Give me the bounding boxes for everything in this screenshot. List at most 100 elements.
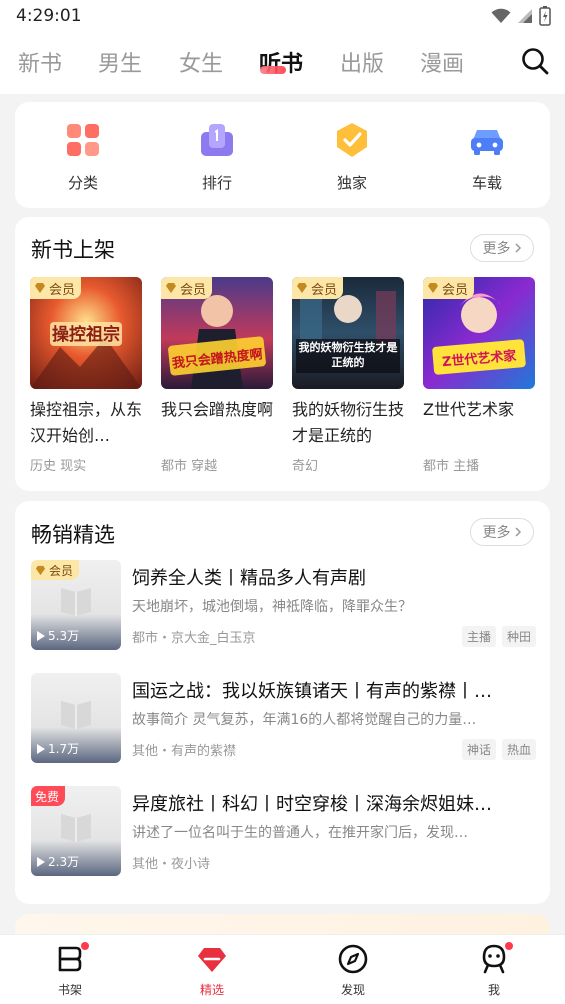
status-bar: 4:29:01 bbox=[0, 0, 565, 32]
nav-label: 精选 bbox=[199, 983, 224, 997]
quick-entry-label: 独家 bbox=[336, 174, 367, 192]
active-tab-indicator bbox=[260, 66, 286, 74]
tab-publishing[interactable]: 出版 bbox=[340, 46, 384, 78]
more-button[interactable]: 更多 bbox=[470, 234, 534, 262]
nav-label: 我 bbox=[487, 983, 500, 997]
book-cover: Z世代艺术家 会员 bbox=[423, 277, 535, 389]
quick-entry-exclusive[interactable]: 独家 bbox=[312, 122, 392, 193]
audiobook-title: 国运之战：我以妖族镇诸天丨有声的紫襟丨… bbox=[132, 681, 492, 702]
tab-comics[interactable]: 漫画 bbox=[420, 46, 464, 78]
audiobook-thumbnail: 免费 2.3万 bbox=[31, 786, 121, 876]
badge-label: 会员 bbox=[311, 282, 338, 298]
status-time: 4:29:01 bbox=[16, 6, 82, 26]
play-count-value: 2.3万 bbox=[48, 855, 80, 869]
book-title: Z世代艺术家 bbox=[423, 400, 514, 419]
top-tab-bar: 新书 男生 女生 听书 出版 漫画 bbox=[0, 32, 565, 94]
vip-gem-icon bbox=[297, 283, 307, 293]
vip-badge: 会员 bbox=[423, 277, 475, 299]
audiobook-tags: 神话 热血 bbox=[461, 739, 536, 760]
audiobook-title: 饲养全人类丨精品多人有声剧 bbox=[132, 568, 366, 589]
quick-entry-label: 排行 bbox=[201, 174, 232, 192]
play-count-value: 5.3万 bbox=[48, 629, 80, 643]
book-placeholder-icon bbox=[61, 814, 91, 842]
badge-label: 会员 bbox=[180, 282, 207, 298]
audiobook-thumbnail: 1.7万 bbox=[31, 673, 121, 763]
book-card[interactable]: 操控祖宗 会员 操控祖宗，从东汉开始创… 历史 现实 bbox=[30, 277, 142, 474]
tag: 神话 bbox=[461, 739, 496, 760]
audiobook-description: 天地崩坏，城池倒塌，神祗降临，降罪众生？ bbox=[132, 599, 412, 615]
badge-label: 会员 bbox=[49, 563, 74, 578]
new-books-section: 新书上架 更多 操控祖宗 会员 操控祖宗，从东汉开始创… 历史 现实 我只会蹭热… bbox=[15, 217, 550, 491]
book-tags: 都市 主播 bbox=[423, 459, 480, 474]
audiobook-thumbnail: 会员 5.3万 bbox=[31, 560, 121, 650]
audiobook-meta: 其他・夜小诗 bbox=[132, 857, 211, 872]
battery-icon bbox=[539, 6, 551, 26]
play-count: 1.7万 bbox=[37, 740, 79, 757]
quick-entry-card: 分类 排行 独家 车载 bbox=[15, 102, 550, 208]
badge-label: 免费 bbox=[35, 789, 60, 804]
vip-badge: 会员 bbox=[292, 277, 344, 299]
quick-entry-category[interactable]: 分类 bbox=[43, 122, 123, 193]
ranking-icon bbox=[201, 124, 233, 156]
tag: 热血 bbox=[501, 739, 536, 760]
category-grid-icon bbox=[67, 124, 99, 156]
list-item[interactable]: 会员 5.3万 饲养全人类丨精品多人有声剧 天地崩坏，城池倒塌，神祗降临，降罪众… bbox=[31, 560, 536, 652]
tab-male[interactable]: 男生 bbox=[98, 46, 142, 78]
badge-label: 会员 bbox=[442, 282, 469, 298]
compass-icon bbox=[338, 944, 368, 974]
bottom-nav: 书架 精选 发现 我 bbox=[0, 934, 565, 1004]
book-tags: 都市 穿越 bbox=[161, 459, 218, 474]
more-button[interactable]: 更多 bbox=[470, 518, 534, 546]
play-icon bbox=[37, 630, 45, 641]
tag: 主播 bbox=[461, 626, 496, 647]
nav-discover[interactable]: 发现 bbox=[323, 943, 383, 998]
quick-entry-car[interactable]: 车载 bbox=[447, 122, 527, 193]
signal-icon bbox=[518, 9, 532, 23]
car-icon bbox=[471, 130, 503, 155]
wifi-icon bbox=[491, 8, 511, 23]
quick-entry-ranking[interactable]: 排行 bbox=[177, 122, 257, 193]
tab-new-books[interactable]: 新书 bbox=[18, 46, 62, 78]
play-icon bbox=[37, 743, 45, 754]
section-title: 畅销精选 bbox=[31, 523, 115, 547]
exclusive-badge-icon bbox=[337, 123, 367, 157]
book-tags: 奇幻 bbox=[292, 459, 319, 474]
chevron-right-icon bbox=[514, 243, 521, 253]
book-card[interactable]: 我的妖物衍生技才是正统的 会员 我的妖物衍生技才是正统的 奇幻 bbox=[292, 277, 404, 474]
vip-gem-icon bbox=[428, 283, 438, 293]
book-card[interactable]: 我只会蹭热度啊 会员 我只会蹭热度啊 都市 穿越 bbox=[161, 277, 273, 474]
book-title: 我只会蹭热度啊 bbox=[161, 400, 273, 419]
nav-featured[interactable]: 精选 bbox=[182, 943, 242, 998]
book-cover: 操控祖宗 会员 bbox=[30, 277, 142, 389]
vip-badge: 会员 bbox=[31, 560, 80, 580]
audiobook-description: 故事简介 灵气复苏，年满16的人都将觉醒自己的力量… bbox=[132, 712, 477, 728]
quick-entry-label: 车载 bbox=[471, 174, 502, 192]
vip-badge: 会员 bbox=[30, 277, 82, 299]
more-label: 更多 bbox=[482, 241, 511, 257]
nav-label: 发现 bbox=[340, 983, 365, 997]
list-item[interactable]: 免费 2.3万 异度旅社丨科幻丨时空穿梭丨深海余烬姐妹… 讲述了一位名叫于生的普… bbox=[31, 786, 536, 878]
nav-me[interactable]: 我 bbox=[464, 942, 524, 998]
audiobook-tags: 主播 种田 bbox=[461, 626, 536, 647]
book-cover: 我的妖物衍生技才是正统的 会员 bbox=[292, 277, 404, 389]
book-title: 我的妖物衍生技才是正统的 bbox=[292, 400, 404, 445]
notification-dot bbox=[81, 942, 89, 950]
list-item[interactable]: 1.7万 国运之战：我以妖族镇诸天丨有声的紫襟丨… 故事简介 灵气复苏，年满16… bbox=[31, 673, 536, 765]
nav-bookshelf[interactable]: 书架 bbox=[40, 942, 100, 998]
search-icon[interactable] bbox=[520, 46, 550, 76]
play-count: 5.3万 bbox=[37, 627, 79, 644]
tab-female[interactable]: 女生 bbox=[179, 46, 223, 78]
quick-entry-label: 分类 bbox=[67, 174, 98, 192]
bestsellers-section: 畅销精选 更多 会员 5.3万 饲养全人类丨精品多人有声剧 天地崩坏，城池倒塌，… bbox=[15, 501, 550, 904]
status-icons bbox=[491, 6, 551, 26]
play-count: 2.3万 bbox=[37, 853, 79, 870]
vip-gem-icon bbox=[35, 565, 46, 575]
more-label: 更多 bbox=[482, 525, 511, 541]
nav-label: 书架 bbox=[57, 983, 82, 997]
book-card[interactable]: Z世代艺术家 会员 Z世代艺术家 都市 主播 bbox=[423, 277, 535, 474]
notification-dot bbox=[505, 942, 513, 950]
audiobook-meta: 其他・有声的紫襟 bbox=[132, 744, 237, 759]
audiobook-meta: 都市・京大金_白玉京 bbox=[132, 631, 256, 646]
section-title: 新书上架 bbox=[31, 238, 115, 262]
book-placeholder-icon bbox=[61, 701, 91, 729]
